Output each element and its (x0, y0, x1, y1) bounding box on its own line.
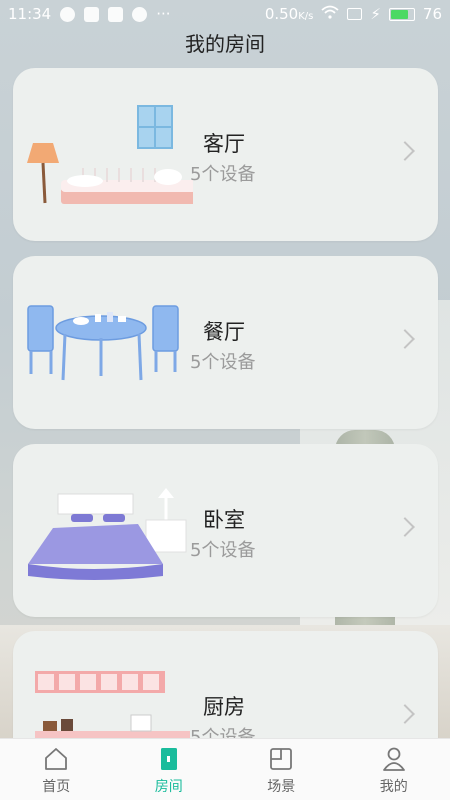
dining-room-illustration (27, 305, 179, 381)
tab-home[interactable]: 首页 (0, 739, 113, 800)
page-title: 我的房间 (185, 32, 265, 56)
more-icon: ··· (156, 5, 171, 23)
tab-label: 首页 (42, 779, 71, 795)
status-time: 11:34 (8, 5, 52, 23)
video-icon (108, 6, 124, 22)
wifi-icon (321, 5, 339, 23)
tab-label: 我的 (379, 779, 408, 795)
status-bar: 11:34 ··· 0.50K/s ⚡ 76 (0, 0, 450, 28)
room-device-count: 5个设备 (190, 352, 256, 373)
room-card-bedroom[interactable]: 卧室 5个设备 (13, 444, 438, 617)
room-device-count: 5个设备 (190, 164, 256, 185)
room-card-dining[interactable]: 餐厅 5个设备 (13, 256, 438, 429)
room-name: 厨房 (203, 695, 245, 719)
battery-icon (388, 7, 415, 21)
home-icon (45, 748, 68, 770)
bottom-tab-bar: 首页 房间 场景 我的 (0, 738, 450, 800)
room-door-icon (160, 748, 177, 770)
charge-icon: ⚡ (370, 5, 381, 23)
tab-rooms[interactable]: 房间 (113, 739, 226, 800)
living-room-illustration (27, 105, 193, 204)
bedroom-illustration (28, 488, 187, 580)
room-name: 卧室 (203, 508, 245, 532)
tab-profile[interactable]: 我的 (338, 739, 450, 800)
tab-scenes[interactable]: 场景 (225, 739, 338, 800)
tab-label: 房间 (154, 779, 183, 795)
battery-level: 76 (422, 5, 442, 23)
sim-icon (347, 8, 363, 20)
user-icon (132, 6, 148, 22)
network-speed: 0.50K/s (264, 5, 314, 23)
news-icon (84, 6, 100, 22)
tab-label: 场景 (267, 779, 296, 795)
profile-icon (382, 747, 405, 771)
room-device-count: 5个设备 (190, 540, 256, 561)
chevron-right-icon (395, 329, 415, 349)
notification-icon (60, 6, 76, 22)
chevron-right-icon (395, 141, 415, 161)
room-card-living[interactable]: 客厅 5个设备 (13, 68, 438, 241)
scene-icon (270, 748, 293, 770)
chevron-right-icon (395, 517, 415, 537)
room-name: 餐厅 (203, 320, 245, 344)
room-name: 客厅 (203, 132, 245, 156)
chevron-right-icon (395, 704, 415, 724)
